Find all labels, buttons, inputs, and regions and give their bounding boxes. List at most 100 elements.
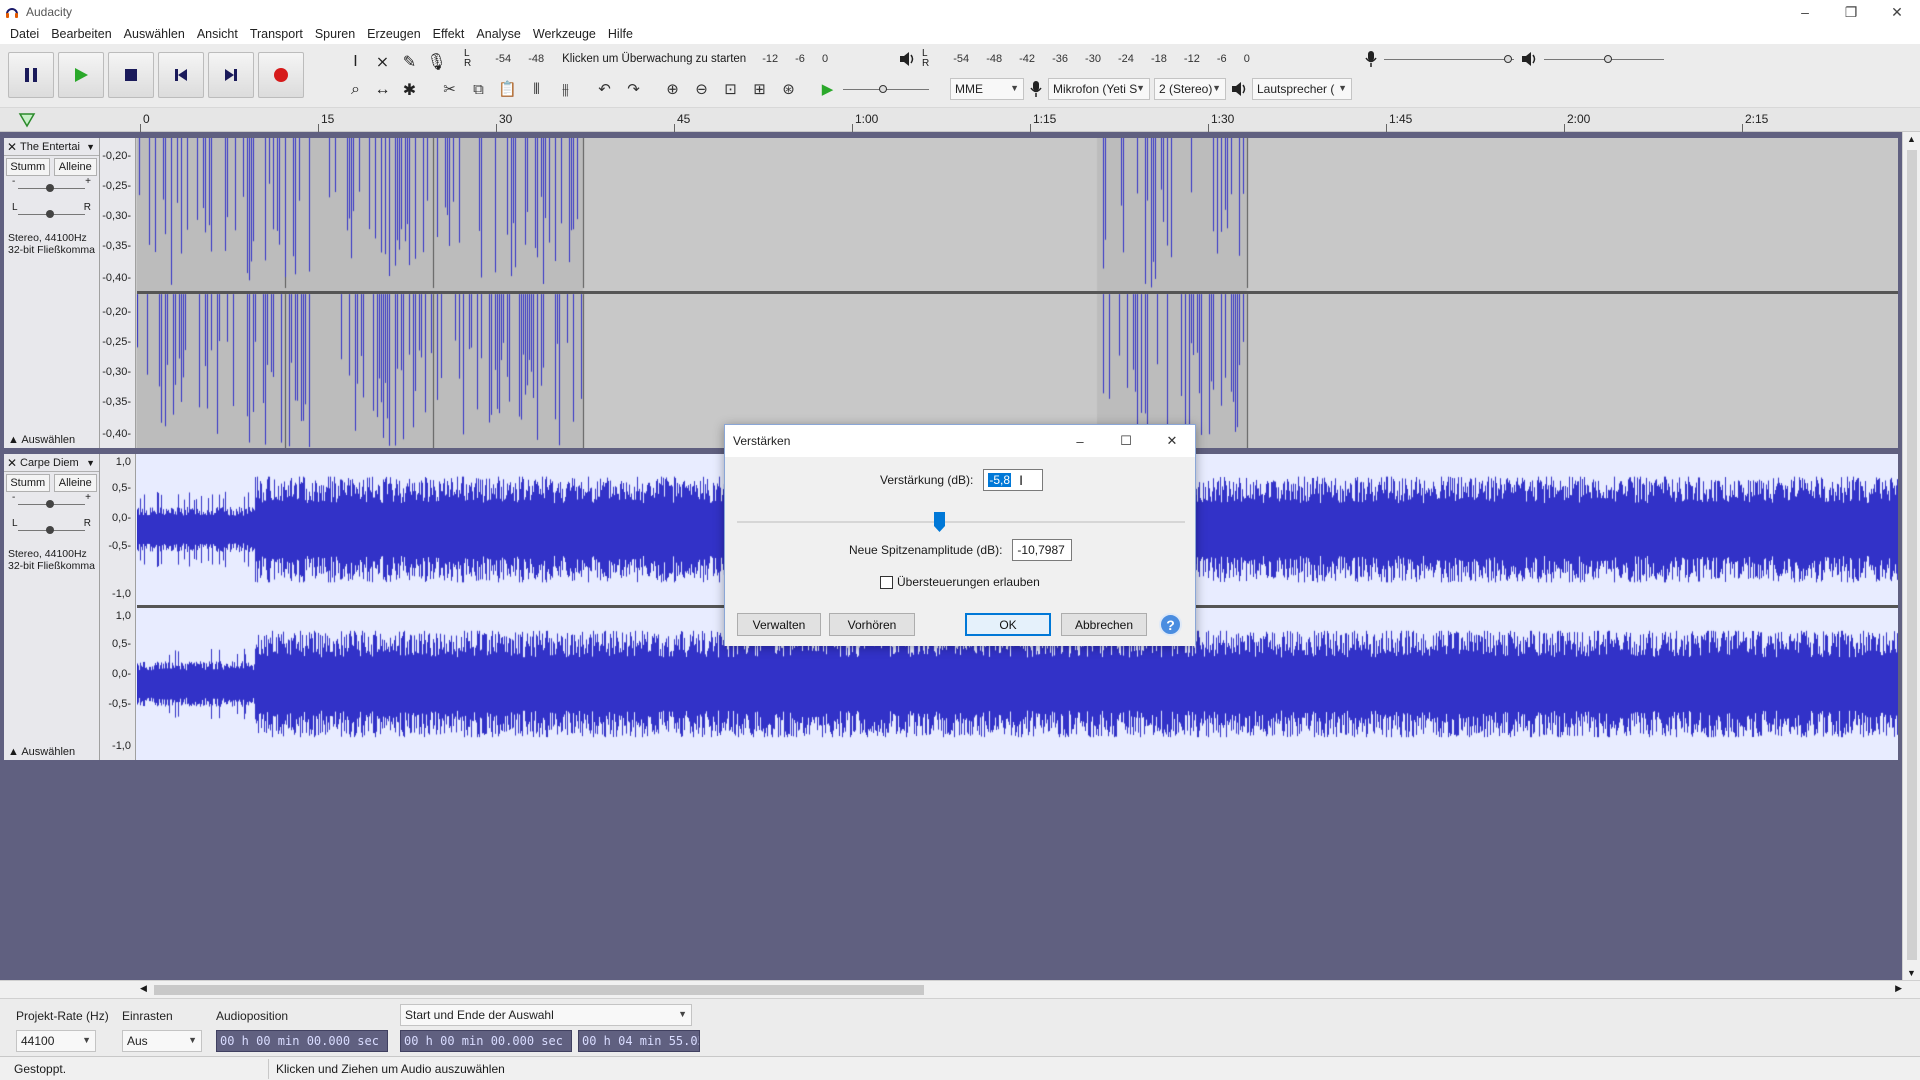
play-button[interactable] [58, 52, 104, 98]
silence-icon[interactable]: ⫵ [552, 76, 579, 102]
record-meter[interactable]: L R -54 -48 Klicken um Überwachung zu st… [464, 48, 884, 70]
scroll-right-icon[interactable]: ▶ [1895, 983, 1902, 994]
track-vertical-ruler: -0,20- -0,25- -0,30- -0,35- -0,40- -0,20… [100, 138, 136, 448]
vertical-scrollbar[interactable]: ▲ ▼ [1902, 132, 1920, 980]
playback-meter[interactable]: L R -54 -48 -42 -36 -30 -24 -18 -12 -6 0 [898, 48, 1338, 70]
record-meter-hint[interactable]: Klicken um Überwachung zu starten [562, 53, 746, 65]
dialog-close-button[interactable]: ✕ [1149, 425, 1195, 457]
redo-icon[interactable]: ↷ [620, 76, 647, 102]
track-the-entertainer[interactable]: ✕ The Entertai ▼ Stumm Alleine - + L R S… [4, 138, 1898, 448]
fit-selection-icon[interactable]: ⊡ [717, 76, 744, 102]
timeline-ruler[interactable]: 0 15 30 45 1:00 1:15 1:30 1:45 2:00 2:15 [0, 108, 1920, 132]
help-icon[interactable]: ? [1159, 613, 1182, 636]
selection-start-field[interactable]: 00 h 00 min 00.000 sec [400, 1030, 572, 1052]
input-device-select[interactable]: Mikrofon (Yeti S ▼ [1048, 78, 1150, 100]
solo-button[interactable]: Alleine [53, 474, 97, 492]
close-button[interactable]: ✕ [1874, 0, 1920, 24]
stop-button[interactable] [108, 52, 154, 98]
dialog-minimize-button[interactable]: – [1057, 425, 1103, 457]
pan-slider[interactable]: L R [12, 202, 91, 228]
play-at-speed-icon[interactable]: ▶ [814, 76, 841, 102]
vertical-scrollbar-thumb[interactable] [1907, 150, 1917, 960]
allow-clipping-checkbox[interactable]: Übersteuerungen erlauben [880, 575, 1040, 589]
menu-effekt[interactable]: Effekt [427, 27, 471, 41]
channels-select[interactable]: 2 (Stereo) ▼ [1154, 78, 1226, 100]
undo-icon[interactable]: ↶ [591, 76, 618, 102]
menu-bearbeiten[interactable]: Bearbeiten [45, 27, 117, 41]
zoom-out-icon[interactable]: ⊖ [688, 76, 715, 102]
menu-datei[interactable]: Datei [4, 27, 45, 41]
peak-input[interactable]: -10,7987 [1012, 539, 1073, 561]
play-speed-slider[interactable] [843, 80, 929, 98]
track-select-button[interactable]: ▲ Auswählen [4, 746, 99, 758]
output-volume-slider[interactable] [1544, 50, 1664, 68]
input-volume-slider[interactable] [1384, 50, 1514, 68]
ruler-label: -0,20- [102, 306, 131, 318]
scroll-down-icon[interactable]: ▼ [1907, 968, 1916, 978]
zoom-in-icon[interactable]: ⊕ [659, 76, 686, 102]
zoom-tool-icon[interactable]: ⌕ [342, 76, 369, 104]
pin-playhead-icon[interactable] [18, 111, 36, 129]
cut-icon[interactable]: ✂ [436, 76, 463, 102]
menu-hilfe[interactable]: Hilfe [602, 27, 639, 41]
menu-auswaehlen[interactable]: Auswählen [118, 27, 191, 41]
manage-button[interactable]: Verwalten [737, 613, 821, 636]
menu-analyse[interactable]: Analyse [470, 27, 526, 41]
gain-input[interactable]: -5,8 I [983, 469, 1044, 491]
skip-to-end-button[interactable] [208, 52, 254, 98]
project-rate-select[interactable]: 44100 ▼ [16, 1030, 96, 1052]
gain-slider-thumb[interactable] [934, 512, 945, 532]
track-menu-chevron-icon[interactable]: ▼ [86, 142, 99, 152]
snap-select[interactable]: Aus ▼ [122, 1030, 202, 1052]
gain-slider[interactable]: - + [12, 492, 91, 518]
copy-icon[interactable]: ⧉ [465, 76, 492, 102]
gain-slider[interactable] [737, 512, 1185, 532]
menu-transport[interactable]: Transport [244, 27, 309, 41]
horizontal-scrollbar-thumb[interactable] [154, 985, 924, 995]
trim-icon[interactable]: ⫴ [523, 76, 550, 102]
dialog-maximize-button[interactable]: ☐ [1103, 425, 1149, 457]
close-track-icon[interactable]: ✕ [4, 140, 20, 154]
timeshift-tool-icon[interactable]: ↔ [369, 76, 396, 104]
output-device-select[interactable]: Lautsprecher (▼ [1252, 78, 1352, 100]
audio-host-select[interactable]: MME ▼ [950, 78, 1024, 100]
selection-mode-select[interactable]: Start und Ende der Auswahl ▼ [400, 1004, 692, 1026]
multi-tool-icon[interactable]: ✱ [396, 76, 423, 104]
track-name[interactable]: Carpe Diem [20, 457, 86, 469]
menu-erzeugen[interactable]: Erzeugen [361, 27, 427, 41]
horizontal-scrollbar[interactable]: ◀ ▶ [0, 980, 1920, 998]
scroll-left-icon[interactable]: ◀ [140, 983, 147, 994]
fit-project-icon[interactable]: ⊞ [746, 76, 773, 102]
selection-tool-icon[interactable]: I [342, 48, 369, 76]
close-track-icon[interactable]: ✕ [4, 456, 20, 470]
ok-button[interactable]: OK [965, 613, 1051, 636]
preview-button[interactable]: Vorhören [829, 613, 915, 636]
selection-end-field[interactable]: 00 h 04 min 55.05 [578, 1030, 700, 1052]
scroll-up-icon[interactable]: ▲ [1907, 134, 1916, 144]
envelope-tool-icon[interactable]: ⨯ [369, 48, 396, 76]
menu-spuren[interactable]: Spuren [309, 27, 361, 41]
menu-werkzeuge[interactable]: Werkzeuge [527, 27, 602, 41]
menu-ansicht[interactable]: Ansicht [191, 27, 244, 41]
checkbox-box[interactable] [880, 575, 893, 589]
mute-button[interactable]: Stumm [6, 158, 50, 176]
track-name[interactable]: The Entertai [20, 141, 86, 153]
mute-button[interactable]: Stumm [6, 474, 50, 492]
draw-tool-icon[interactable]: ✎ [396, 48, 423, 76]
record-meter-mic-icon[interactable]: 🎙 [423, 48, 450, 76]
pause-button[interactable] [8, 52, 54, 98]
track-menu-chevron-icon[interactable]: ▼ [86, 458, 99, 468]
track-select-button[interactable]: ▲ Auswählen [4, 434, 99, 446]
minimize-button[interactable]: – [1782, 0, 1828, 24]
audio-position-field[interactable]: 00 h 00 min 00.000 sec [216, 1030, 388, 1052]
gain-slider[interactable]: - + [12, 176, 91, 202]
timeline-tick [318, 124, 319, 132]
solo-button[interactable]: Alleine [53, 158, 97, 176]
zoom-toggle-icon[interactable]: ⊛ [775, 76, 802, 102]
paste-icon[interactable]: 📋 [494, 76, 521, 102]
record-button[interactable] [258, 52, 304, 98]
skip-to-start-button[interactable] [158, 52, 204, 98]
cancel-button[interactable]: Abbrechen [1061, 613, 1147, 636]
restore-button[interactable]: ❐ [1828, 0, 1874, 24]
pan-slider[interactable]: L R [12, 518, 91, 544]
